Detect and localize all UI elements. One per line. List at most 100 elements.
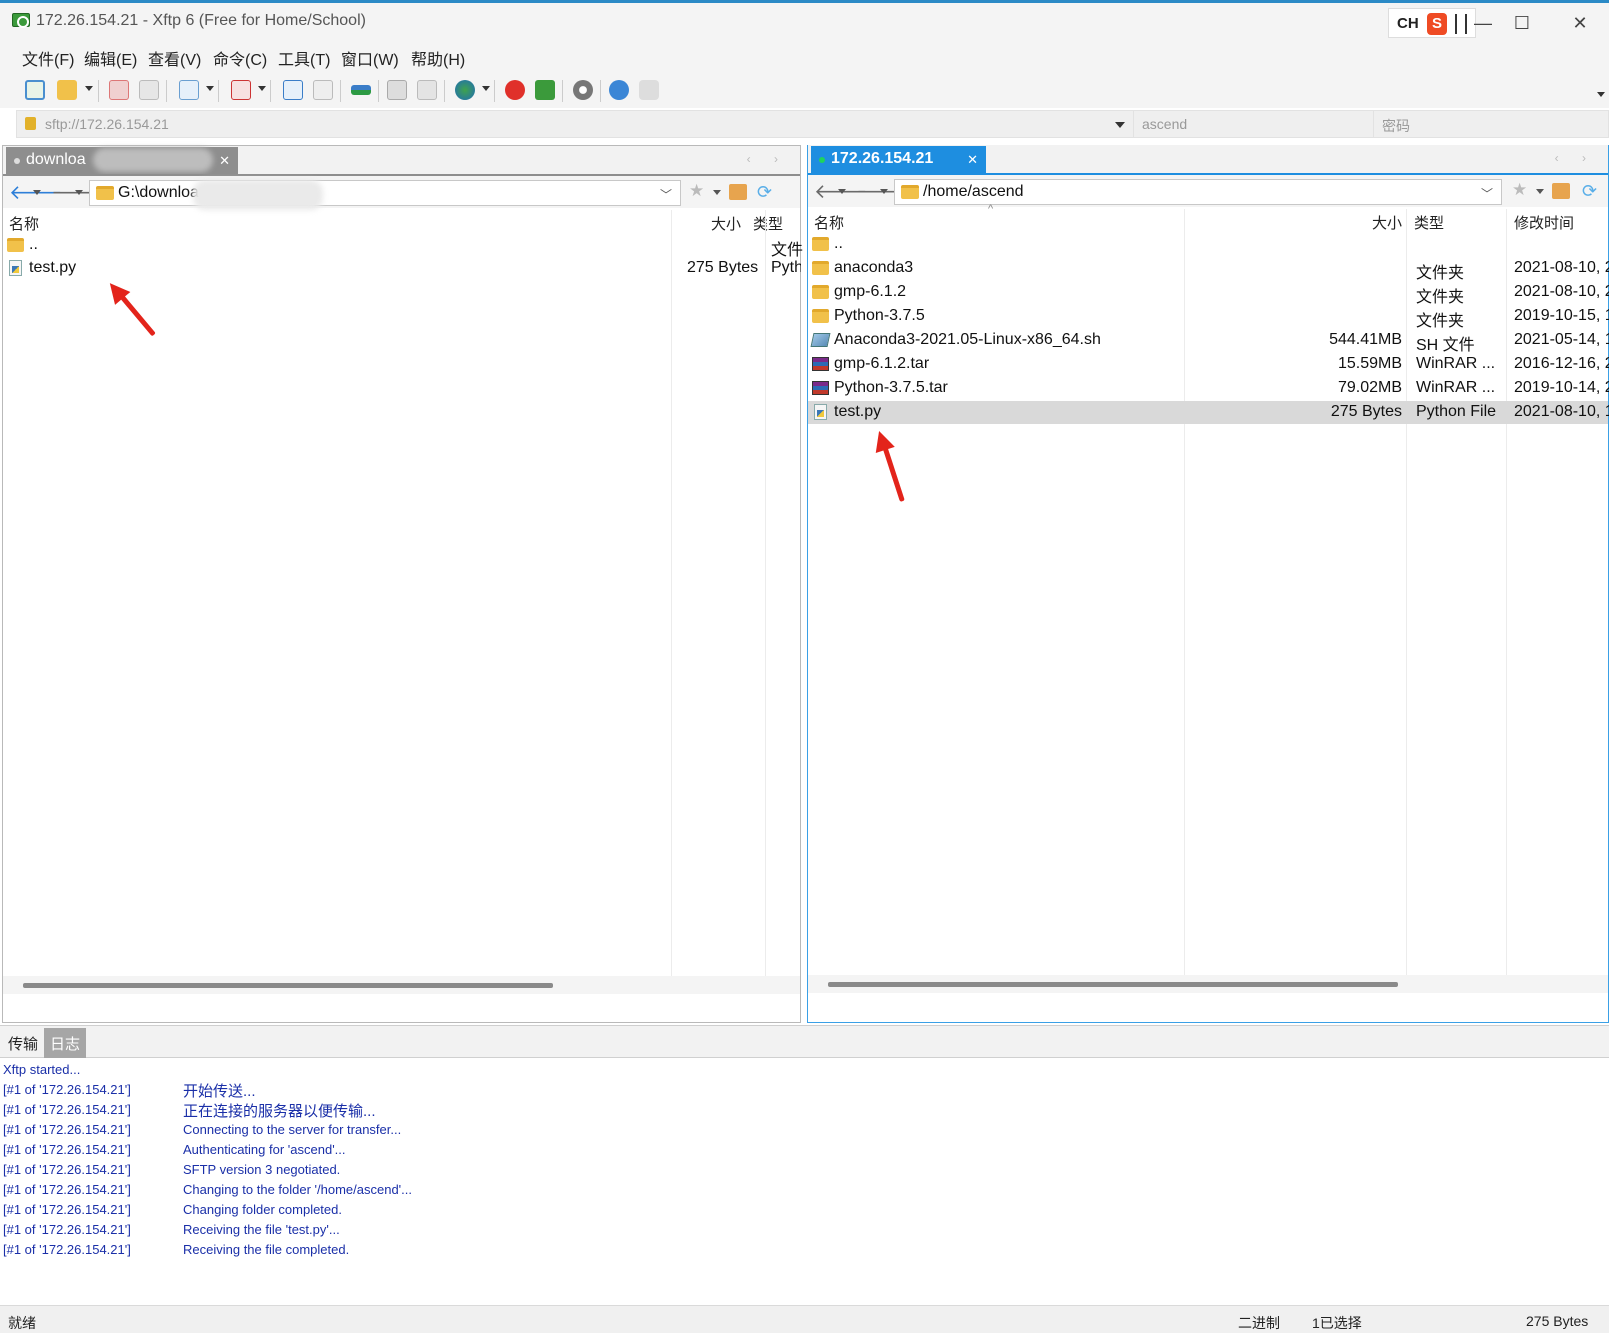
- file-name: Anaconda3-2021.05-Linux-x86_64.sh: [834, 331, 1101, 348]
- column-name[interactable]: 名称: [9, 213, 39, 234]
- list-item[interactable]: .. 文件: [3, 234, 803, 259]
- menu-help[interactable]: 帮助(H): [411, 46, 465, 70]
- new-session-icon[interactable]: [22, 77, 48, 103]
- remote-path-text: /home/ascend: [923, 183, 1024, 200]
- disconnect-icon[interactable]: [136, 77, 162, 103]
- tab-log[interactable]: 日志: [44, 1028, 87, 1058]
- tab-status-icon: [14, 158, 20, 164]
- scrollbar-thumb[interactable]: [23, 983, 553, 988]
- connect-icon[interactable]: [106, 77, 132, 103]
- tab-scroll-icon[interactable]: ‹ ›: [1555, 151, 1596, 165]
- column-type[interactable]: 类型: [1414, 212, 1444, 233]
- close-tab-icon[interactable]: ✕: [967, 152, 978, 168]
- refresh-icon[interactable]: ⟳: [757, 182, 772, 203]
- folder-icon: [901, 185, 919, 199]
- column-type[interactable]: 类型: [753, 213, 783, 234]
- remote-path-input[interactable]: /home/ascend ﹀: [894, 179, 1502, 205]
- remote-pane: 172.26.154.21 ✕ ‹ › 🡐 🡒 /home/ascend ﹀ ★…: [807, 145, 1609, 1023]
- menu-command[interactable]: 命令(C): [213, 46, 267, 70]
- minimize-button[interactable]: —: [1463, 9, 1503, 37]
- close-button[interactable]: ✕: [1560, 9, 1600, 37]
- remote-session-tab[interactable]: 172.26.154.21 ✕: [811, 146, 986, 173]
- refresh-icon[interactable]: ⟳: [1582, 181, 1597, 202]
- tab-transfer[interactable]: 传输: [2, 1028, 44, 1058]
- host-input[interactable]: [45, 116, 1105, 132]
- chevron-down-icon[interactable]: ﹀: [1481, 185, 1493, 202]
- window-title: 172.26.154.21 - Xftp 6 (Free for Home/Sc…: [36, 12, 366, 29]
- new-tab-icon[interactable]: [176, 77, 202, 103]
- upload-icon[interactable]: [280, 77, 306, 103]
- username-field[interactable]: ascend: [1133, 111, 1373, 137]
- column-size[interactable]: 大小: [711, 213, 741, 234]
- file-name: test.py: [834, 403, 882, 420]
- shell-script-icon: [810, 333, 831, 347]
- xftp-icon[interactable]: [532, 77, 558, 103]
- menu-tools[interactable]: 工具(T): [278, 46, 330, 70]
- log-tabs: 传输 日志: [0, 1026, 1609, 1058]
- list-item[interactable]: gmp-6.1.2 文件夹 2021-08-10, 2: [808, 281, 1609, 306]
- file-type: WinRAR ...: [1416, 379, 1496, 396]
- paste-icon[interactable]: [414, 77, 440, 103]
- transfer-icon[interactable]: [348, 77, 374, 103]
- column-size[interactable]: 大小: [1372, 212, 1402, 233]
- local-pane: downloa ✕ ‹ › 🡐 🡒 G:\downloa ﹀ ★ ⟳ 名称 大小…: [2, 145, 803, 1023]
- list-item[interactable]: Anaconda3-2021.05-Linux-x86_64.sh 544.41…: [808, 329, 1609, 354]
- menu-bar: 文件(F) 编辑(E) 查看(V) 命令(C) 工具(T) 窗口(W) 帮助(H…: [0, 40, 1609, 72]
- local-horizontal-scrollbar[interactable]: [3, 976, 800, 994]
- file-name: test.py: [29, 259, 77, 276]
- column-name[interactable]: 名称: [814, 212, 844, 233]
- copy-icon[interactable]: [384, 77, 410, 103]
- list-item[interactable]: ..: [808, 233, 1608, 256]
- play-icon[interactable]: [228, 77, 254, 103]
- list-item[interactable]: gmp-6.1.2.tar 15.59MB WinRAR ... 2016-12…: [808, 353, 1609, 376]
- chat-icon[interactable]: [636, 77, 662, 103]
- menu-edit[interactable]: 编辑(E): [84, 46, 137, 70]
- local-path-input[interactable]: G:\downloa ﹀: [89, 180, 681, 206]
- open-folder-icon[interactable]: [54, 77, 80, 103]
- list-item[interactable]: anaconda3 文件夹 2021-08-10, 2: [808, 257, 1609, 282]
- chevron-down-icon[interactable]: ﹀: [660, 186, 672, 203]
- file-name: ..: [29, 236, 38, 253]
- scrollbar-thumb[interactable]: [828, 982, 1398, 987]
- folder-icon: [812, 237, 829, 251]
- tab-scroll-icon[interactable]: ‹ ›: [747, 152, 788, 166]
- local-nav-bar: 🡐 🡒 G:\downloa ﹀ ★ ⟳: [3, 174, 800, 210]
- file-name: anaconda3: [834, 259, 914, 276]
- list-item[interactable]: test.py 275 Bytes Pyth: [3, 257, 801, 280]
- home-icon[interactable]: [729, 184, 747, 200]
- file-name: Python-3.7.5.tar: [834, 379, 948, 396]
- list-item[interactable]: Python-3.7.5 文件夹 2019-10-15, 1: [808, 305, 1609, 330]
- file-name: gmp-6.1.2: [834, 283, 907, 300]
- close-tab-icon[interactable]: ✕: [219, 153, 230, 169]
- password-field[interactable]: 密码: [1373, 111, 1609, 137]
- column-modified[interactable]: 修改时间: [1514, 212, 1574, 233]
- menu-window[interactable]: 窗口(W): [341, 46, 399, 70]
- help-icon[interactable]: [606, 77, 632, 103]
- file-name: ..: [834, 235, 843, 252]
- maximize-button[interactable]: ☐: [1502, 9, 1542, 37]
- home-icon[interactable]: [1552, 183, 1570, 199]
- winrar-archive-icon: [812, 381, 829, 395]
- globe-icon[interactable]: [452, 77, 478, 103]
- file-modified: 2021-08-10, 1: [1514, 403, 1609, 420]
- remote-nav-bar: 🡐 🡒 /home/ascend ﹀ ★ ⟳: [808, 173, 1608, 207]
- status-bar: 就绪 二进制 1已选择 275 Bytes: [0, 1305, 1609, 1333]
- file-modified: 2021-08-10, 2: [1514, 259, 1609, 276]
- list-item-selected[interactable]: test.py 275 Bytes Python File 2021-08-10…: [808, 401, 1609, 424]
- host-dropdown-icon[interactable]: [1115, 122, 1125, 128]
- download-icon[interactable]: [310, 77, 336, 103]
- menu-view[interactable]: 查看(V): [148, 46, 201, 70]
- menu-file[interactable]: 文件(F): [22, 46, 74, 70]
- favorite-icon[interactable]: ★: [1512, 180, 1527, 200]
- lock-icon: [25, 117, 36, 130]
- remote-horizontal-scrollbar[interactable]: [808, 975, 1608, 993]
- list-item[interactable]: Python-3.7.5.tar 79.02MB WinRAR ... 2019…: [808, 377, 1609, 400]
- favorite-icon[interactable]: ★: [689, 181, 704, 201]
- folder-icon: [812, 285, 829, 299]
- status-transfer-mode[interactable]: 二进制: [1238, 1313, 1280, 1333]
- settings-icon[interactable]: [570, 77, 596, 103]
- file-modified: 2019-10-15, 1: [1514, 307, 1609, 324]
- sogou-icon: S: [1427, 13, 1447, 35]
- remote-tab-label: 172.26.154.21: [831, 150, 934, 167]
- xshell-icon[interactable]: [502, 77, 528, 103]
